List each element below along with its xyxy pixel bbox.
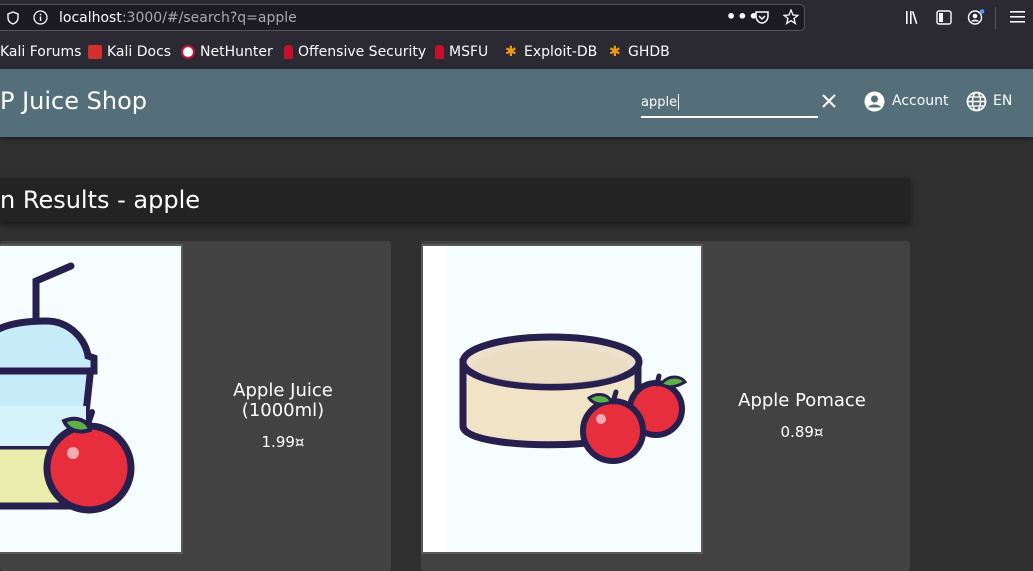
account-icon[interactable] [967, 9, 985, 29]
sidebar-icon[interactable] [936, 10, 952, 28]
app-title[interactable]: P Juice Shop [0, 87, 147, 115]
search-field[interactable] [641, 91, 818, 118]
app-header: P Juice Shop Account EN [0, 69, 1033, 137]
bookmark-label: GHDB [628, 44, 670, 60]
language-label: EN [993, 93, 1013, 109]
product-price: 0.89¤ [780, 423, 824, 441]
product-name: Apple Juice (1000ml) [233, 380, 333, 421]
url-path: :3000/#/search?q=apple [121, 10, 297, 26]
toolbar-separator [995, 7, 996, 29]
kali-docs-icon [88, 45, 102, 59]
product-name: Apple Pomace [738, 390, 866, 411]
language-button[interactable]: EN [966, 90, 1016, 112]
bookmark-msfu[interactable]: MSFU [435, 44, 488, 60]
bookmark-kali-forums[interactable]: Kali Forums [0, 44, 81, 60]
bookmark-label: Exploit-DB [524, 44, 598, 60]
apple-juice-image [0, 246, 181, 552]
ghdb-icon: ✱ [609, 44, 621, 60]
bookmark-label: Kali Forums [0, 44, 82, 60]
product-card[interactable]: Apple Pomace 0.89¤ [421, 241, 910, 571]
bookmark-ghdb[interactable]: ✱ GHDB [609, 44, 670, 60]
account-label: Account [892, 93, 949, 109]
offsec-icon [284, 45, 293, 59]
product-card[interactable]: Apple Juice (1000ml) 1.99¤ [0, 241, 391, 571]
pocket-icon[interactable] [754, 10, 770, 28]
product-price: 1.99¤ [261, 433, 305, 451]
globe-icon [966, 91, 987, 115]
bookmark-star-icon[interactable] [782, 8, 800, 28]
menu-icon[interactable] [1010, 10, 1025, 27]
msfu-icon [435, 45, 444, 59]
product-image[interactable] [0, 244, 183, 554]
product-image[interactable] [421, 244, 703, 554]
apple-pomace-image [423, 246, 701, 552]
info-icon[interactable] [33, 10, 48, 28]
bookmark-nethunter[interactable]: NetHunter [181, 44, 273, 60]
search-results-header: n Results - apple [0, 178, 910, 222]
bookmark-exploit-db[interactable]: ✱ Exploit-DB [505, 44, 597, 60]
nethunter-icon [181, 45, 195, 59]
url-host: localhost [59, 10, 122, 26]
url-text[interactable]: localhost:3000/#/search?q=apple [59, 10, 297, 26]
clear-search-icon[interactable] [821, 93, 837, 112]
bookmark-label: MSFU [449, 44, 489, 60]
bookmark-label: Offensive Security [298, 44, 427, 60]
bookmarks-bar: Kali Forums Kali Docs NetHunter Offensiv… [0, 36, 1033, 70]
bookmark-kali-docs[interactable]: Kali Docs [88, 44, 171, 60]
bookmark-offensive-security[interactable]: Offensive Security [284, 44, 426, 60]
exploit-db-icon: ✱ [505, 44, 517, 60]
address-bar[interactable]: localhost:3000/#/search?q=apple ••• [0, 4, 805, 31]
shield-icon[interactable] [7, 11, 19, 28]
account-circle-icon [864, 91, 885, 115]
account-button[interactable]: Account [864, 90, 954, 112]
search-results-title: n Results - apple [0, 186, 201, 214]
bookmark-label: NetHunter [200, 44, 273, 60]
browser-toolbar: localhost:3000/#/search?q=apple ••• [0, 0, 1033, 36]
text-caret [678, 94, 679, 110]
search-input[interactable] [641, 91, 811, 113]
bookmark-label: Kali Docs [107, 44, 172, 60]
library-icon[interactable] [905, 10, 921, 28]
